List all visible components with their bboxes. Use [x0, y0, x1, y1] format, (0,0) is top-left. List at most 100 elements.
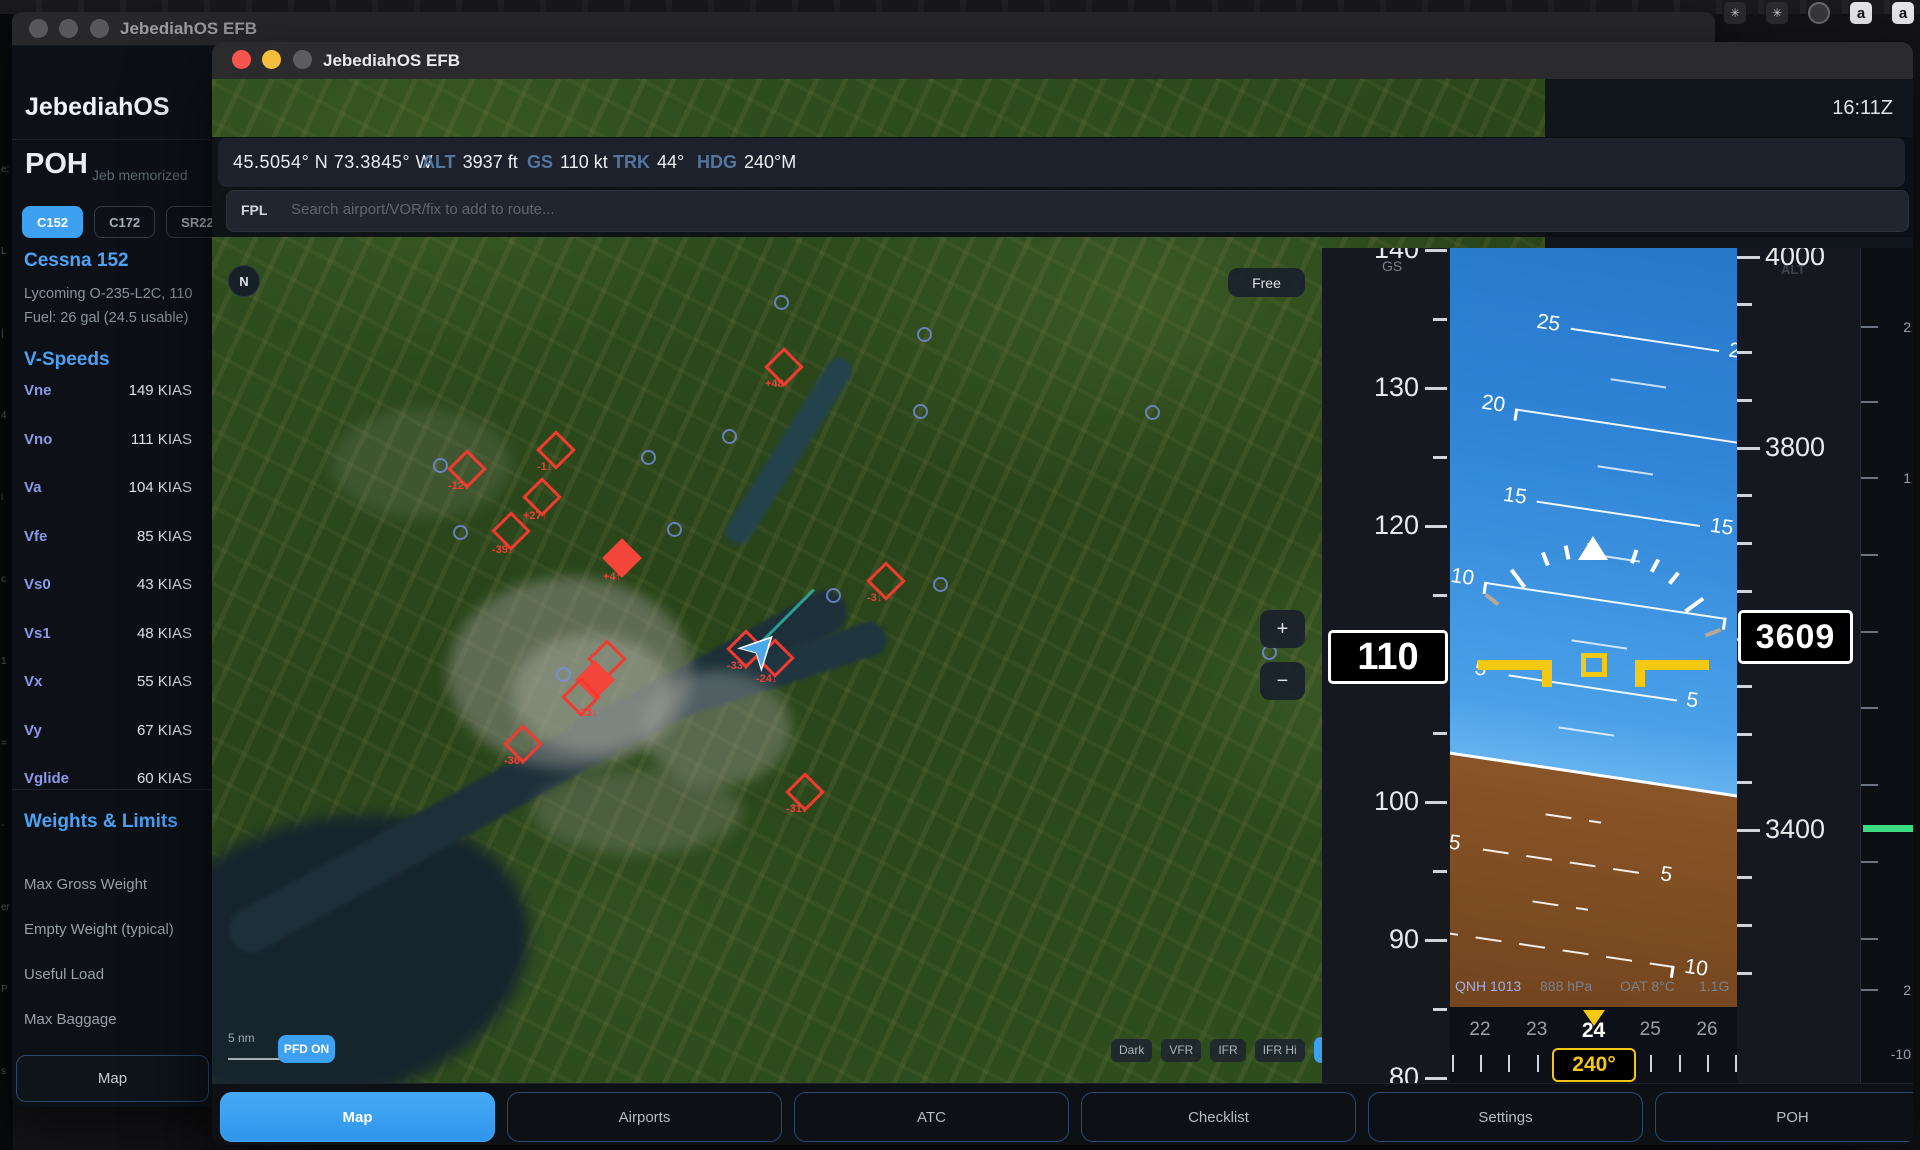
vspeed-label: Vx: [24, 673, 42, 690]
background-text-fragment: e:: [1, 164, 9, 175]
zoom-window-icon[interactable]: [293, 50, 312, 69]
aircraft-symbol-left-hook: [1542, 660, 1552, 687]
tab-c152[interactable]: C152: [22, 206, 83, 238]
nav-checklist[interactable]: Checklist: [1081, 1092, 1356, 1142]
background-text-fragment: =: [1, 738, 7, 749]
map-suburb-area: [332, 409, 512, 519]
north-indicator-button[interactable]: N: [228, 265, 260, 297]
nav-atc[interactable]: ATC: [794, 1092, 1069, 1142]
altitude-readout: 3609: [1738, 610, 1853, 664]
airport-marker[interactable]: [774, 295, 789, 310]
aircraft-name: Cessna 152: [24, 250, 129, 272]
tab-sr22[interactable]: SR22: [166, 206, 212, 238]
airport-marker[interactable]: [433, 458, 448, 473]
background-text-fragment: -: [1, 820, 4, 831]
amazon-icon[interactable]: a: [1850, 2, 1872, 24]
vspeed-row: Vglide60 KIAS: [24, 770, 192, 787]
airport-marker[interactable]: [917, 327, 932, 342]
airport-marker[interactable]: [826, 588, 841, 603]
map-style-vfr[interactable]: VFR: [1161, 1039, 1201, 1062]
alt-tick: [1737, 972, 1752, 975]
speed-tick: [1425, 1077, 1447, 1080]
vspeeds-heading: V-Speeds: [24, 349, 110, 371]
weights-heading: Weights & Limits: [24, 811, 178, 833]
aircraft-engine: Lycoming O-235-L2C, 110: [24, 286, 192, 302]
route-search-input[interactable]: Search airport/VOR/fix to add to route..…: [291, 201, 554, 218]
heading-tick: [1735, 1055, 1737, 1072]
map-style-ifr[interactable]: IFR: [1210, 1039, 1245, 1062]
weight-row: Useful Load: [24, 966, 104, 983]
speed-tick-label: 140: [1374, 248, 1419, 265]
divider: [12, 139, 212, 140]
alt-tick-label: 3400: [1765, 814, 1825, 845]
background-text-fragment: |: [1, 328, 4, 339]
alt-tick: [1737, 876, 1752, 879]
airport-marker[interactable]: [722, 429, 737, 444]
airport-marker[interactable]: [641, 450, 656, 465]
vsi-label: 1: [1903, 470, 1911, 486]
speed-tick: [1433, 456, 1447, 459]
airport-marker[interactable]: [556, 667, 571, 682]
nav-poh[interactable]: POH: [1655, 1092, 1913, 1142]
aircraft-symbol-right-hook: [1635, 660, 1645, 687]
vspeed-label: Vy: [24, 722, 42, 739]
vspeed-value: 43 KIAS: [137, 576, 192, 593]
status-value: 3937 ft: [463, 152, 518, 172]
circle-icon[interactable]: [1808, 2, 1830, 24]
zoom-out-button[interactable]: −: [1260, 662, 1305, 700]
map-style-dark[interactable]: Dark: [1111, 1039, 1152, 1062]
minimize-icon[interactable]: [59, 19, 78, 38]
nav-settings[interactable]: Settings: [1368, 1092, 1643, 1142]
pitch-label: 15: [1502, 483, 1529, 510]
swirl-icon[interactable]: ✳: [1766, 2, 1788, 24]
zoom-window-icon[interactable]: [90, 19, 109, 38]
swirl-icon[interactable]: ✳: [1724, 2, 1746, 24]
speed-tick: [1425, 801, 1447, 804]
zoom-in-button[interactable]: +: [1260, 610, 1305, 648]
poh-sidebar: JebediahOS POH Jeb memorized C152C172SR2…: [12, 46, 212, 1107]
vsi-tick: [1861, 784, 1878, 786]
airport-marker[interactable]: [933, 577, 948, 592]
speed-tick: [1433, 870, 1447, 873]
free-label: Free: [1252, 275, 1281, 291]
vsi-label: -10: [1891, 1046, 1911, 1062]
minus-icon: −: [1277, 670, 1289, 693]
waypoint-label: -33↓: [727, 660, 748, 672]
minimize-icon[interactable]: [262, 50, 281, 69]
heading-number: 22: [1469, 1019, 1490, 1041]
airport-marker[interactable]: [453, 525, 468, 540]
window-titlebar[interactable]: JebediahOS EFB: [212, 42, 1913, 80]
aircraft-symbol-left: [1478, 660, 1552, 670]
aircraft-symbol-right: [1635, 660, 1709, 670]
nav-airports[interactable]: Airports: [507, 1092, 782, 1142]
waypoint-label: -24↓: [756, 673, 777, 685]
heading-number: 26: [1696, 1019, 1717, 1041]
flight-plan-search-bar[interactable]: FPL Search airport/VOR/fix to add to rou…: [226, 190, 1909, 232]
bottom-nav-bar: MapAirportsATCChecklistSettingsPOH: [212, 1083, 1913, 1145]
fpl-label: FPL: [241, 202, 267, 218]
heading-pointer-icon: [1583, 1010, 1605, 1026]
nav-map[interactable]: Map: [220, 1092, 495, 1142]
map-scale-label: 5 nm: [228, 1031, 255, 1045]
speed-tick: [1433, 318, 1447, 321]
map-style-ifr-hi[interactable]: IFR Hi: [1255, 1039, 1305, 1062]
vsi-tick: [1861, 326, 1878, 328]
map-suburb-area: [532, 769, 742, 854]
screen: e:L|4ic1=-erPs ✳✳aa JebediahOS EFB Jebed…: [0, 0, 1920, 1150]
heading-tick: [1537, 1055, 1539, 1072]
free-mode-button[interactable]: Free: [1228, 268, 1305, 297]
amazon-icon[interactable]: a: [1892, 2, 1914, 24]
vsi-tick: [1861, 554, 1878, 556]
vspeed-row: Vx55 KIAS: [24, 673, 192, 690]
airport-marker[interactable]: [667, 522, 682, 537]
airport-marker[interactable]: [913, 404, 928, 419]
close-icon[interactable]: [29, 19, 48, 38]
airport-marker[interactable]: [1145, 405, 1160, 420]
tab-c172[interactable]: C172: [94, 206, 155, 238]
pfd-on-button[interactable]: PFD ON: [278, 1035, 335, 1063]
background-text-fragment: er: [1, 902, 10, 913]
background-window-titlebar[interactable]: JebediahOS EFB: [12, 12, 1715, 46]
aircraft-symbol-center: [1581, 653, 1607, 677]
close-icon[interactable]: [232, 50, 251, 69]
sidebar-map-button[interactable]: Map: [16, 1055, 209, 1102]
